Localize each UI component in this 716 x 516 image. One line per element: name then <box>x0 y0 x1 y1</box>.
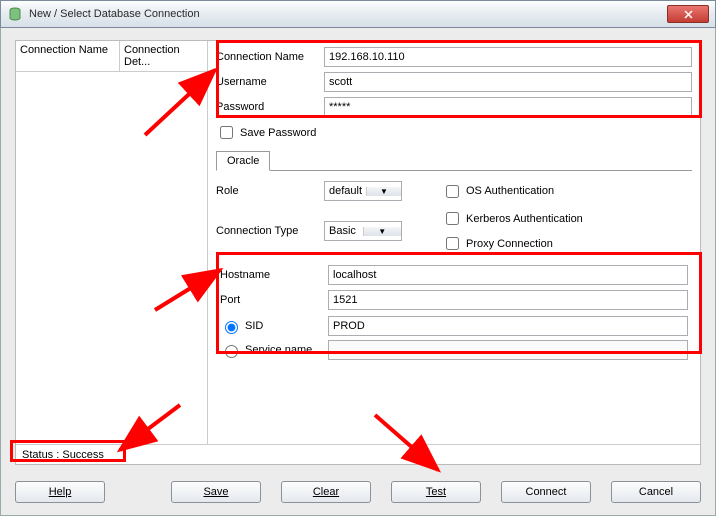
kerberos-checkbox[interactable] <box>446 212 459 225</box>
password-label: Password <box>216 101 324 113</box>
role-value: default <box>325 185 366 197</box>
hostname-input[interactable] <box>328 265 688 285</box>
port-input[interactable] <box>328 290 688 310</box>
test-button[interactable]: Test <box>391 481 481 503</box>
db-icon <box>7 6 23 22</box>
save-password-check[interactable]: Save Password <box>216 123 692 142</box>
sid-radio[interactable] <box>225 321 238 334</box>
kerberos-label: Kerberos Authentication <box>466 213 583 225</box>
connection-name-input[interactable] <box>324 47 692 67</box>
role-label: Role <box>216 185 324 197</box>
proxy-label: Proxy Connection <box>466 238 553 250</box>
save-password-label: Save Password <box>240 127 316 139</box>
dialog-body: Connection Name Connection Det... Status… <box>0 28 716 516</box>
sid-radio-group[interactable]: SID <box>220 318 328 334</box>
proxy-checkbox[interactable] <box>446 237 459 250</box>
hostname-label: Hostname <box>220 269 328 281</box>
tab-oracle[interactable]: Oracle <box>216 151 270 171</box>
save-button[interactable]: Save <box>171 481 261 503</box>
tab-strip: Oracle <box>216 150 692 171</box>
cancel-button[interactable]: Cancel <box>611 481 701 503</box>
username-label: Username <box>216 76 324 88</box>
col-connection-name[interactable]: Connection Name <box>16 41 120 71</box>
conntype-combo[interactable]: Basic ▼ <box>324 221 402 241</box>
conntype-label: Connection Type <box>216 225 324 237</box>
conntype-value: Basic <box>325 225 363 237</box>
list-header: Connection Name Connection Det... <box>16 41 207 72</box>
form-pane: Connection Name Username Password Save P… <box>208 41 700 444</box>
titlebar: New / Select Database Connection <box>0 0 716 28</box>
os-auth-label: OS Authentication <box>466 185 554 197</box>
service-input <box>328 340 688 360</box>
port-label: Port <box>220 294 328 306</box>
connection-box: Hostname Port SID Service name <box>216 261 692 368</box>
close-button[interactable] <box>667 5 709 23</box>
content-area: Connection Name Connection Det... Status… <box>15 40 701 465</box>
sid-label: SID <box>245 320 263 332</box>
sid-input[interactable] <box>328 316 688 336</box>
col-connection-details[interactable]: Connection Det... <box>120 41 207 71</box>
kerberos-check[interactable]: Kerberos Authentication <box>442 209 583 228</box>
close-icon <box>684 10 693 19</box>
proxy-check[interactable]: Proxy Connection <box>442 234 583 253</box>
save-password-checkbox[interactable] <box>220 126 233 139</box>
role-combo[interactable]: default ▼ <box>324 181 402 201</box>
status-bar: Status : Success <box>16 444 700 464</box>
chevron-down-icon: ▼ <box>363 227 402 236</box>
button-bar: Help Save Clear Test Connect Cancel <box>15 481 701 503</box>
os-auth-checkbox[interactable] <box>446 185 459 198</box>
service-radio[interactable] <box>225 345 238 358</box>
password-input[interactable] <box>324 97 692 117</box>
os-auth-check[interactable]: OS Authentication <box>442 182 554 201</box>
connection-name-label: Connection Name <box>216 51 324 63</box>
chevron-down-icon: ▼ <box>366 187 401 196</box>
status-text: Status : Success <box>22 449 104 461</box>
service-label: Service name <box>245 344 312 356</box>
help-button[interactable]: Help <box>15 481 105 503</box>
connection-list: Connection Name Connection Det... <box>16 41 208 444</box>
username-input[interactable] <box>324 72 692 92</box>
connect-button[interactable]: Connect <box>501 481 591 503</box>
service-radio-group[interactable]: Service name <box>220 342 328 358</box>
clear-button[interactable]: Clear <box>281 481 371 503</box>
window-title: New / Select Database Connection <box>29 8 667 20</box>
